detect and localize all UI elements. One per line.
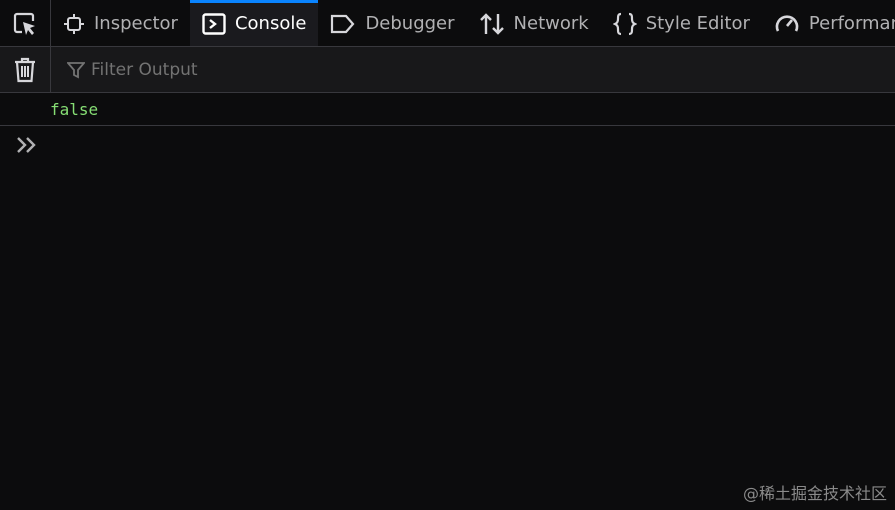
tab-label: Inspector — [94, 13, 178, 34]
network-icon — [479, 12, 504, 35]
tab-label: Style Editor — [645, 13, 750, 34]
filter-output — [51, 59, 391, 80]
console-input[interactable] — [50, 131, 895, 159]
console-message-text: false — [50, 99, 99, 119]
tab-console[interactable]: Console — [189, 0, 319, 46]
prompt-chevrons-icon — [17, 137, 36, 153]
tab-inspector[interactable]: Inspector — [51, 0, 190, 46]
console-filter-bar — [0, 46, 895, 93]
console-input-row[interactable] — [0, 127, 895, 163]
tab-label: Network — [513, 13, 589, 34]
tab-label: Debugger — [365, 13, 455, 34]
clear-console-button[interactable] — [0, 46, 51, 93]
devtools-toolbar: Inspector Console Debugger Network Style… — [0, 0, 895, 47]
console-icon — [202, 12, 226, 35]
filter-icon — [67, 61, 85, 78]
filter-output-input[interactable] — [91, 59, 391, 80]
tab-network[interactable]: Network — [467, 0, 601, 46]
debugger-icon — [331, 14, 355, 33]
watermark: @稀土掘金技术社区 — [742, 484, 887, 503]
style-editor-icon — [612, 12, 637, 35]
tab-style-editor[interactable]: Style Editor — [601, 0, 762, 46]
tab-performance[interactable]: Performance — [762, 0, 895, 46]
tab-label: Console — [234, 13, 307, 34]
inspector-icon — [64, 13, 84, 34]
element-picker-icon — [13, 12, 35, 35]
console-message: false — [0, 93, 895, 126]
tab-debugger[interactable]: Debugger — [318, 0, 466, 46]
element-picker-button[interactable] — [0, 0, 51, 46]
tab-label: Performance — [808, 13, 895, 34]
performance-icon — [775, 14, 799, 32]
trash-icon — [15, 57, 35, 82]
